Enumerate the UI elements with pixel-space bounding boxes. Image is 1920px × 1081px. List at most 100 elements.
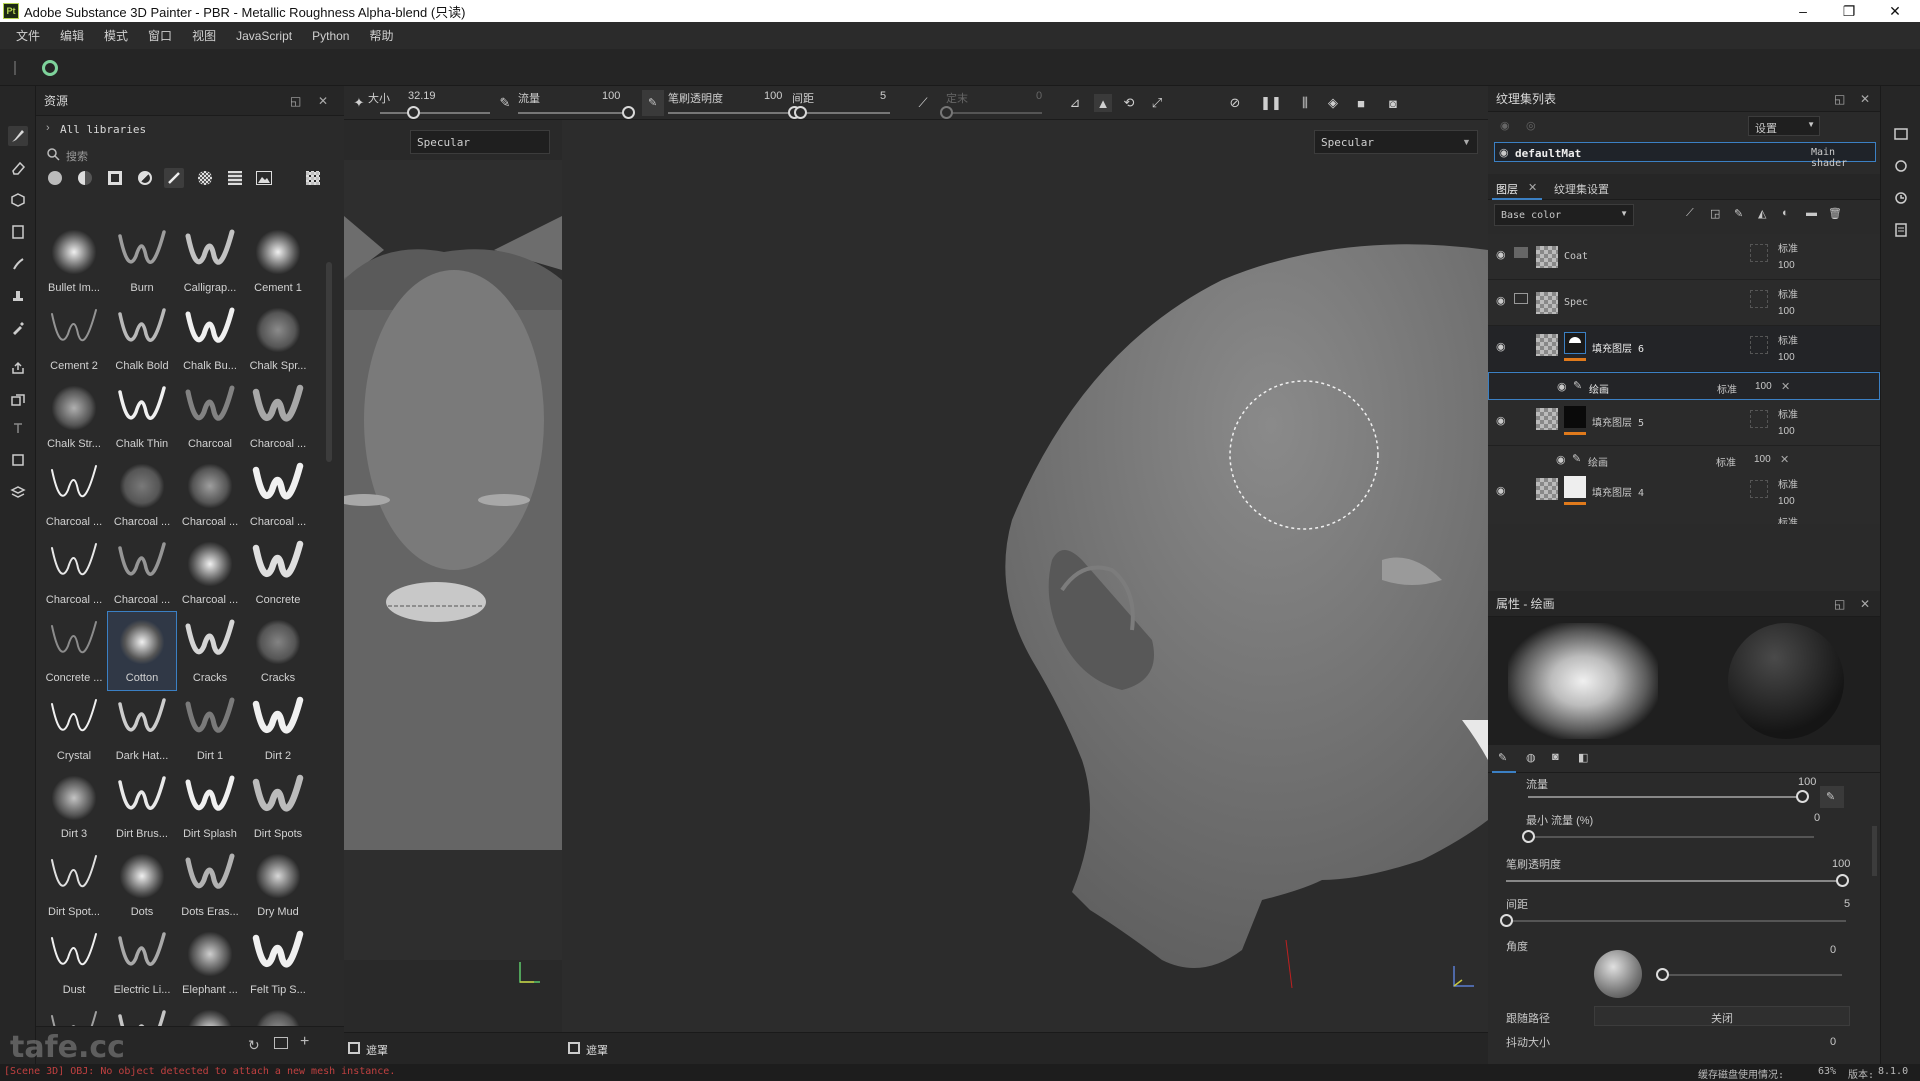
brush-tile[interactable]: Dirt 1 xyxy=(176,690,244,768)
brush-tile[interactable]: Dirt Brus... xyxy=(108,768,176,846)
visibility-icon[interactable]: ◉ xyxy=(1496,340,1506,353)
brush-tile[interactable]: Charcoal ... xyxy=(108,456,176,534)
angle-dial[interactable] xyxy=(1594,950,1642,998)
close-panel-icon[interactable]: ✕ xyxy=(1860,597,1870,611)
anchor-icon[interactable] xyxy=(8,418,28,438)
brush-tile[interactable]: Felt Tip S... xyxy=(244,924,312,1002)
visibility-icon[interactable]: ◉ xyxy=(1499,146,1509,159)
add-effect-icon[interactable]: ⟋ xyxy=(1686,207,1694,220)
materials-filter-icon[interactable] xyxy=(48,171,62,185)
angle-slider[interactable] xyxy=(946,112,1042,114)
brush-tile[interactable]: Charcoal ... xyxy=(40,456,108,534)
brush-tile[interactable]: Dry Mud xyxy=(244,846,312,924)
blend-mode[interactable]: 标准 xyxy=(1778,286,1798,301)
mask-slot[interactable] xyxy=(1750,244,1768,262)
shader-name[interactable]: Main shader xyxy=(1811,147,1875,169)
brush-tile[interactable]: Cracks xyxy=(176,612,244,690)
flow-slider-knob[interactable] xyxy=(1796,790,1809,803)
opacity-slider[interactable] xyxy=(1506,880,1842,882)
tiling-icon[interactable]: ⟲ xyxy=(1120,94,1138,112)
mask-slot[interactable] xyxy=(1750,480,1768,498)
brush-tile[interactable]: Bullet Im... xyxy=(40,222,108,300)
menu-file[interactable]: 文件 xyxy=(6,27,50,44)
float-panel-icon[interactable]: ◱ xyxy=(1834,597,1845,611)
layer-coat[interactable]: ◉ Coat 标准 100 xyxy=(1488,234,1880,280)
mask-icon[interactable]: ◎ xyxy=(1526,119,1536,132)
spacing-slider[interactable] xyxy=(800,112,890,114)
smudge-icon[interactable] xyxy=(8,254,28,274)
minimize-button[interactable]: – xyxy=(1780,0,1826,22)
brush-tile[interactable]: Chalk Bold xyxy=(108,300,176,378)
view-mode-icon[interactable]: ◈ xyxy=(1324,94,1342,112)
flow-pressure-toggle[interactable]: ✎ xyxy=(1820,786,1844,808)
blend-mode[interactable]: 标准 xyxy=(1778,332,1798,347)
float-panel-icon[interactable]: ◱ xyxy=(1834,92,1845,106)
hide-uv-icon[interactable]: ⊘ xyxy=(1226,94,1244,112)
min-flow-slider[interactable] xyxy=(1528,836,1814,838)
brush-tile[interactable]: Chalk Spr... xyxy=(244,300,312,378)
blend-mode[interactable]: 标准 xyxy=(1778,240,1798,255)
log-icon[interactable] xyxy=(1891,220,1911,240)
brush-tile[interactable]: Charcoal ... xyxy=(108,534,176,612)
opacity-slider-knob[interactable] xyxy=(1836,874,1849,887)
min-flow-slider-knob[interactable] xyxy=(1522,830,1535,843)
delete-effect-icon[interactable]: ✕ xyxy=(1780,453,1789,466)
error-message[interactable]: [Scene 3D] OBJ: No object detected to at… xyxy=(4,1066,395,1077)
layer-opacity[interactable]: 100 xyxy=(1778,260,1795,271)
generators-filter-icon[interactable] xyxy=(138,171,152,185)
delete-layer-icon[interactable]: 🗑 xyxy=(1828,207,1842,220)
spacing-slider-knob[interactable] xyxy=(794,106,807,119)
effect-opacity[interactable]: 100 xyxy=(1754,454,1771,465)
sublayer-paint[interactable]: ◉ ✎ 绘画 标准 100 ✕ xyxy=(1488,446,1880,472)
drag-handle[interactable] xyxy=(14,61,16,75)
clone-stamp-icon[interactable] xyxy=(8,286,28,306)
brush-tile[interactable]: Burn xyxy=(108,222,176,300)
brush-tile[interactable]: Dirt Spot... xyxy=(40,846,108,924)
blend-mode[interactable]: 标准 xyxy=(1717,381,1737,396)
size-slider-knob[interactable] xyxy=(407,106,420,119)
menu-view[interactable]: 视图 xyxy=(182,27,226,44)
folder-icon[interactable] xyxy=(274,1037,288,1049)
paint-brush-icon[interactable] xyxy=(8,126,28,146)
menu-python[interactable]: Python xyxy=(302,29,359,43)
channel-dropdown[interactable]: Base color ▼ xyxy=(1494,204,1634,226)
smart-materials-filter-icon[interactable] xyxy=(78,171,92,185)
layer-opacity[interactable]: 100 xyxy=(1778,496,1795,507)
blend-mode[interactable]: 标准 xyxy=(1778,406,1798,421)
brush-tile[interactable]: Cracks xyxy=(244,612,312,690)
sublayer-paint-selected[interactable]: ◉ ✎ 绘画 标准 100 ✕ xyxy=(1488,372,1880,400)
mask-thumbnail[interactable] xyxy=(1564,476,1586,498)
layer-fill-5[interactable]: ◉ 填充图层 5 标准 100 xyxy=(1488,400,1880,446)
visibility-icon[interactable]: ◉ xyxy=(1557,380,1567,393)
brush-tile[interactable]: Dirt 3 xyxy=(40,768,108,846)
sync-status-icon[interactable] xyxy=(42,60,58,76)
alpha-tab-icon[interactable]: ◍ xyxy=(1526,751,1536,764)
size-slider[interactable] xyxy=(380,112,490,114)
brush-tile[interactable]: Calligrap... xyxy=(176,222,244,300)
visibility-icon[interactable]: ◉ xyxy=(1496,414,1506,427)
brush-tile[interactable]: Chalk Str... xyxy=(40,378,108,456)
display-settings-icon[interactable] xyxy=(1891,156,1911,176)
texture-set-row[interactable]: ◉ defaultMat Main shader xyxy=(1494,142,1876,169)
texture-set-list-icon[interactable] xyxy=(1891,124,1911,144)
brushes-filter-icon[interactable] xyxy=(164,168,184,188)
textures-filter-icon[interactable] xyxy=(228,171,242,185)
environment-filter-icon[interactable] xyxy=(256,171,272,185)
texture-set-icon[interactable] xyxy=(8,482,28,502)
visibility-icon[interactable]: ◉ xyxy=(1496,294,1506,307)
masks-filter-icon[interactable] xyxy=(108,171,122,185)
camera-icon[interactable]: ■ xyxy=(1352,94,1370,112)
brush-tile[interactable]: Dark Hat... xyxy=(108,690,176,768)
flow-slider-knob[interactable] xyxy=(622,106,635,119)
spacing-slider[interactable] xyxy=(1506,920,1846,922)
layer-opacity[interactable]: 100 xyxy=(1778,306,1795,317)
projection-icon[interactable] xyxy=(8,190,28,210)
brush-tile[interactable]: Charcoal ... xyxy=(176,456,244,534)
layer-opacity[interactable]: 100 xyxy=(1778,426,1795,437)
close-panel-icon[interactable]: ✕ xyxy=(1860,92,1870,106)
settings-dropdown[interactable]: 设置 ▼ xyxy=(1748,116,1820,136)
spacing-slider-knob[interactable] xyxy=(1500,914,1513,927)
brush-tile[interactable]: Charcoal ... xyxy=(244,378,312,456)
lazy-mouse-icon[interactable]: ⊿ xyxy=(1066,94,1084,112)
effect-opacity[interactable]: 100 xyxy=(1755,381,1772,392)
